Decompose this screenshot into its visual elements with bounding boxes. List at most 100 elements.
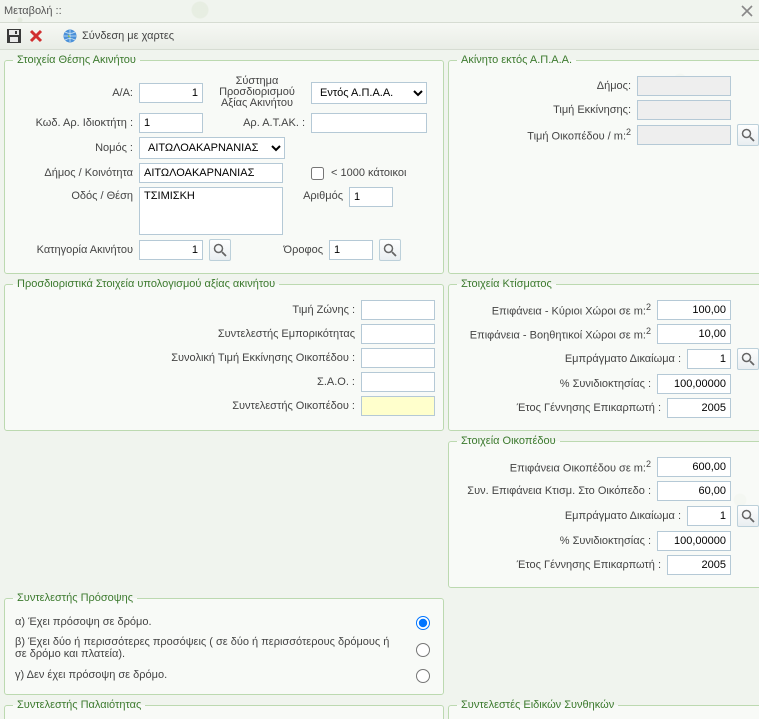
- outside-dimos-label: Δήμος:: [457, 80, 631, 92]
- atak-input[interactable]: [311, 113, 427, 133]
- titlebar: Μεταβολή ::: [0, 0, 759, 22]
- plot-birthyear-input[interactable]: [667, 555, 731, 575]
- owner-code-label: Κωδ. Αρ. Ιδιοκτήτη :: [13, 117, 133, 129]
- street-label: Οδός / Θέση: [13, 187, 133, 202]
- plot-coef-label: Συντελεστής Οικοπέδου :: [155, 400, 355, 412]
- aa-label: Α/Α:: [13, 87, 133, 99]
- street-input[interactable]: ΤΣΙΜΙΣΚΗ: [139, 187, 283, 235]
- atak-label: Αρ. Α.Τ.ΑΚ. :: [209, 117, 305, 129]
- delete-button[interactable]: [28, 28, 44, 44]
- outside-start-price-label: Τιμή Εκκίνησης:: [457, 104, 631, 116]
- group-outside-apaa-legend: Ακίνητο εκτός Α.Π.Α.Α.: [457, 54, 576, 66]
- total-start-label: Συνολική Τιμή Εκκίνησης Οικοπέδου :: [155, 352, 355, 364]
- maps-label: Σύνδεση με χαρτες: [82, 30, 174, 42]
- category-lookup-button[interactable]: [209, 239, 231, 261]
- save-button[interactable]: [6, 28, 22, 44]
- aux-area-input[interactable]: [657, 324, 731, 344]
- category-label: Κατηγορία Ακινήτου: [13, 244, 133, 256]
- group-calc: Προσδιοριστικά Στοιχεία υπολογισμού αξία…: [4, 278, 444, 431]
- number-label: Αριθμός: [289, 187, 343, 202]
- maps-button[interactable]: Σύνδεση με χαρτες: [62, 28, 174, 44]
- group-age: Συντελεστής Παλαιότητας Έτος Οικοδομικής…: [4, 699, 444, 719]
- main-area-input[interactable]: [657, 300, 731, 320]
- search-icon: [382, 242, 398, 258]
- group-frontage: Συντελεστής Πρόσοψης α) Έχει πρόσοψη σε …: [4, 592, 444, 695]
- group-special-legend: Συντελεστές Ειδικών Συνθηκών: [457, 699, 618, 711]
- plot-birthyear-label: Έτος Γέννησης Επικαρπωτή :: [457, 559, 661, 571]
- lt1000-checkbox[interactable]: < 1000 κάτοικοι: [307, 164, 406, 183]
- group-special: Συντελεστές Ειδικών Συνθηκών Ειδικών Συν…: [448, 699, 759, 719]
- search-icon: [740, 127, 756, 143]
- group-building: Στοιχεία Κτίσματος Επιφάνεια - Κύριοι Χώ…: [448, 278, 759, 431]
- search-icon: [212, 242, 228, 258]
- frontage-opt-b-radio[interactable]: [416, 643, 430, 657]
- plot-right-label: Εμπράγματο Δικαίωμα :: [457, 510, 681, 522]
- zone-price-input[interactable]: [361, 300, 435, 320]
- plot-right-lookup-button[interactable]: [737, 505, 759, 527]
- aa-input[interactable]: [139, 83, 203, 103]
- lt1000-label: < 1000 κάτοικοι: [331, 167, 406, 179]
- building-pct-input[interactable]: [657, 374, 731, 394]
- group-outside-apaa: Ακίνητο εκτός Α.Π.Α.Α. Δήμος: Τιμή Εκκίν…: [448, 54, 759, 274]
- save-icon: [6, 28, 22, 44]
- outside-plot-price-label: Τιμή Οικοπέδου / m:2: [457, 127, 631, 143]
- frontage-opt-c-label[interactable]: γ) Δεν έχει πρόσοψη σε δρόμο.: [15, 669, 401, 681]
- total-start-input[interactable]: [361, 348, 435, 368]
- building-right-lookup-button[interactable]: [737, 348, 759, 370]
- group-frontage-legend: Συντελεστής Πρόσοψης: [13, 592, 137, 604]
- window-title: Μεταβολή ::: [4, 5, 62, 17]
- floor-input[interactable]: [329, 240, 373, 260]
- group-calc-legend: Προσδιοριστικά Στοιχεία υπολογισμού αξία…: [13, 278, 279, 290]
- group-building-legend: Στοιχεία Κτίσματος: [457, 278, 556, 290]
- group-location-legend: Στοιχεία Θέσης Ακινήτου: [13, 54, 140, 66]
- plot-area-input[interactable]: [657, 457, 731, 477]
- frontage-opt-b-label[interactable]: β) Έχει δύο ή περισσότερες προσόψεις ( σ…: [15, 636, 401, 660]
- plot-total-build-input[interactable]: [657, 481, 731, 501]
- group-plot-legend: Στοιχεία Οικοπέδου: [457, 435, 560, 447]
- category-input[interactable]: [139, 240, 203, 260]
- plot-area-label: Επιφάνεια Οικοπέδου σε m:2: [457, 459, 651, 475]
- building-pct-label: % Συνιδιοκτησίας :: [457, 378, 651, 390]
- building-right-label: Εμπράγματο Δικαίωμα :: [457, 353, 681, 365]
- zone-price-label: Τιμή Ζώνης :: [155, 304, 355, 316]
- emp-coef-input[interactable]: [361, 324, 435, 344]
- main-area-label: Επιφάνεια - Κύριοι Χώροι σε m:2: [457, 302, 651, 318]
- group-location: Στοιχεία Θέσης Ακινήτου Α/Α: Σύστημα Προ…: [4, 54, 444, 274]
- owner-code-input[interactable]: [139, 113, 203, 133]
- delete-icon: [28, 28, 44, 44]
- search-icon: [740, 351, 756, 367]
- close-icon: [739, 3, 755, 19]
- sao-input[interactable]: [361, 372, 435, 392]
- group-age-legend: Συντελεστής Παλαιότητας: [13, 699, 145, 711]
- group-plot: Στοιχεία Οικοπέδου Επιφάνεια Οικοπέδου σ…: [448, 435, 759, 588]
- window-close-button[interactable]: [739, 3, 755, 19]
- frontage-opt-c-radio[interactable]: [416, 669, 430, 683]
- lt1000-checkbox-input[interactable]: [311, 167, 324, 180]
- plot-pct-input[interactable]: [657, 531, 731, 551]
- outside-start-price-input: [637, 100, 731, 120]
- search-icon: [740, 508, 756, 524]
- emp-coef-label: Συντελεστής Εμπορικότητας: [155, 328, 355, 340]
- plot-total-build-label: Συν. Επιφάνεια Κτισμ. Στο Οικόπεδο :: [457, 485, 651, 497]
- frontage-opt-a-label[interactable]: α) Έχει πρόσοψη σε δρόμο.: [15, 616, 401, 628]
- building-birthyear-input[interactable]: [667, 398, 731, 418]
- number-input[interactable]: [349, 187, 393, 207]
- plot-coef-input[interactable]: [361, 396, 435, 416]
- sao-label: Σ.Α.Ο. :: [155, 376, 355, 388]
- nomos-select[interactable]: ΑΙΤΩΛΟΑΚΑΡΝΑΝΙΑΣ: [139, 137, 285, 159]
- nomos-label: Νομός :: [13, 142, 133, 154]
- outside-dimos-input: [637, 76, 731, 96]
- aux-area-label: Επιφάνεια - Βοηθητικοί Χώροι σε m:2: [457, 326, 651, 342]
- floor-label: Όροφος: [237, 244, 323, 256]
- dimos-input[interactable]: [139, 163, 283, 183]
- outside-plot-price-lookup-button[interactable]: [737, 124, 759, 146]
- floor-lookup-button[interactable]: [379, 239, 401, 261]
- plot-pct-label: % Συνιδιοκτησίας :: [457, 535, 651, 547]
- frontage-opt-a-radio[interactable]: [416, 616, 430, 630]
- plot-right-input[interactable]: [687, 506, 731, 526]
- system-select[interactable]: Εντός Α.Π.Α.Α.: [311, 82, 427, 104]
- building-right-input[interactable]: [687, 349, 731, 369]
- system-label: Σύστημα Προσδιορισμού Αξίας Ακινήτου: [209, 76, 305, 109]
- building-birthyear-label: Έτος Γέννησης Επικαρπωτή :: [457, 402, 661, 414]
- globe-icon: [62, 28, 78, 44]
